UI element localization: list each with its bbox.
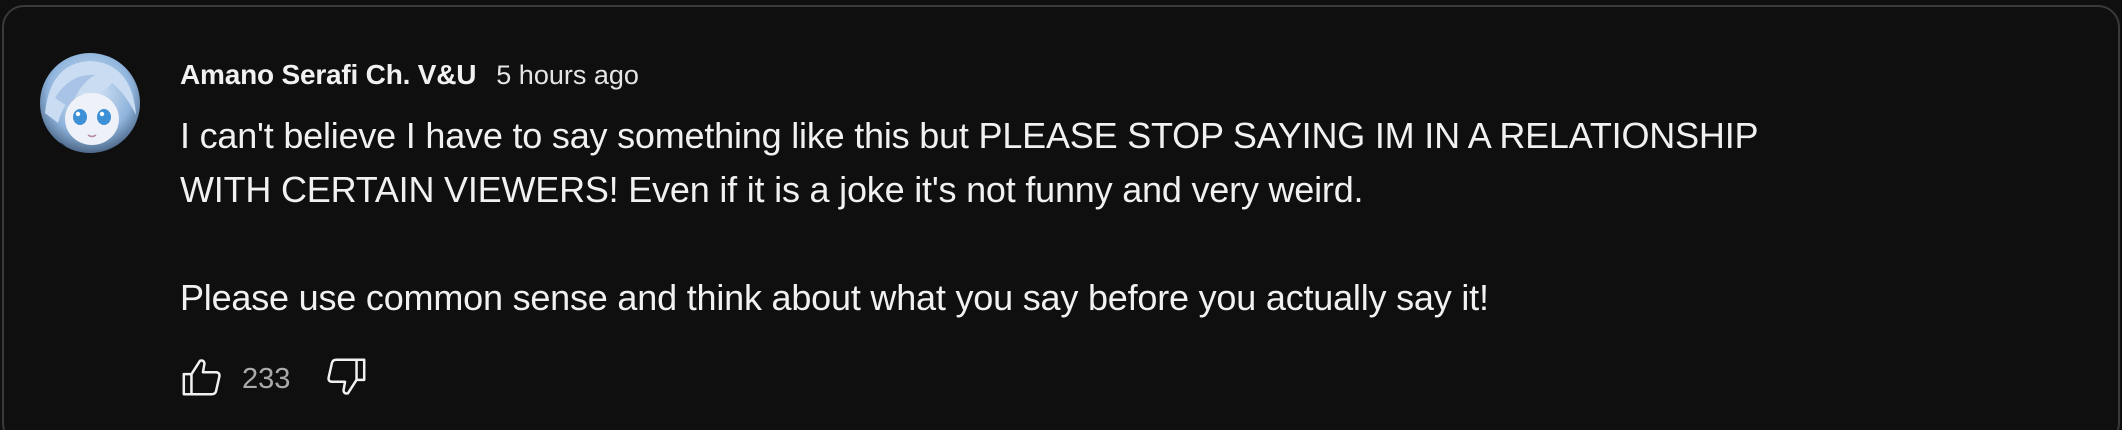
comment-actions: 233: [176, 353, 372, 405]
comment-card: Amano Serafi Ch. V&U 5 hours ago I can't…: [2, 5, 2120, 430]
comment-header: Amano Serafi Ch. V&U 5 hours ago: [180, 55, 639, 95]
thumbs-up-icon: [179, 354, 225, 405]
like-count: 233: [242, 362, 291, 395]
comment-text: I can't believe I have to say something …: [180, 109, 1940, 325]
like-button[interactable]: [176, 353, 228, 405]
comment-line: I can't believe I have to say something …: [180, 115, 1759, 156]
comment-timestamp[interactable]: 5 hours ago: [496, 60, 639, 91]
dislike-button[interactable]: [320, 353, 372, 405]
author-avatar[interactable]: [40, 53, 140, 153]
thumbs-down-icon: [323, 354, 369, 405]
author-name[interactable]: Amano Serafi Ch. V&U: [180, 59, 476, 91]
comment-line: WITH CERTAIN VIEWERS! Even if it is a jo…: [180, 169, 1364, 210]
comment-line: Please use common sense and think about …: [180, 277, 1489, 318]
